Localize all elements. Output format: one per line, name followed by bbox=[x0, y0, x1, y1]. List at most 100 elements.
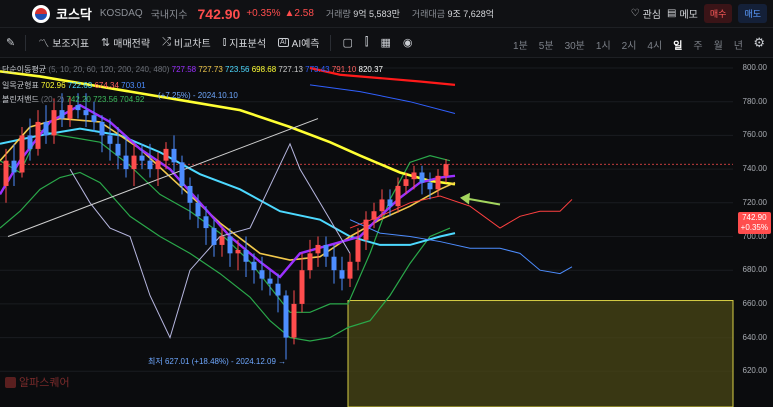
bollinger-value-2: 704.92 bbox=[117, 95, 145, 104]
candle-body-55 bbox=[443, 164, 449, 176]
candle-body-36 bbox=[291, 303, 297, 338]
candle-body-39 bbox=[315, 244, 321, 254]
y-tick-label: 800.00 bbox=[742, 63, 767, 72]
candle-body-25 bbox=[203, 216, 209, 229]
current-price: 742.90 bbox=[197, 5, 241, 22]
price-tag-value: 742.90 bbox=[742, 213, 767, 222]
ai-forecast-button[interactable]: AI AI예측 bbox=[278, 35, 320, 50]
candle-body-16 bbox=[131, 155, 137, 170]
candle-body-3 bbox=[27, 135, 33, 149]
timeframe-8[interactable]: 월 bbox=[714, 37, 723, 52]
y-tick-label: 780.00 bbox=[742, 96, 767, 106]
analysis-button[interactable]: ⫾ 지표분석 bbox=[223, 35, 266, 50]
candle-body-35 bbox=[283, 295, 289, 338]
gear-icon[interactable]: ⚙ bbox=[753, 35, 765, 51]
change-percent: +0.35% bbox=[246, 8, 281, 19]
candle-body-42 bbox=[339, 270, 345, 279]
candle-body-48 bbox=[387, 199, 393, 207]
timeframe-9[interactable]: 년 bbox=[734, 37, 743, 52]
ma-value-4: 727.13 bbox=[276, 65, 303, 74]
ichimoku-leading-b bbox=[349, 219, 573, 275]
timeframe-4[interactable]: 2시 bbox=[622, 37, 637, 52]
candle-body-38 bbox=[307, 253, 313, 271]
screenshot-button[interactable]: ◉ bbox=[403, 36, 413, 49]
bollinger-value-0: 742.20 bbox=[66, 95, 91, 104]
candle-body-13 bbox=[107, 135, 113, 144]
y-tick-label: 640.00 bbox=[742, 332, 767, 342]
ichimoku-legend-values: 702.96 722.63 674.34 703.01 bbox=[41, 81, 146, 90]
chart-type-candle-button[interactable]: ⫿ bbox=[365, 36, 369, 49]
candle-body-45 bbox=[363, 219, 369, 240]
draw-tool-button[interactable]: ✎ bbox=[6, 36, 15, 49]
watchlist-button[interactable]: ♡ 관심 bbox=[631, 6, 661, 21]
candle-body-54 bbox=[435, 175, 441, 190]
candle-body-15 bbox=[123, 155, 129, 170]
index-title: 코스닥 bbox=[56, 7, 92, 22]
indicators-button[interactable]: 〽 보조지표 bbox=[38, 35, 89, 51]
low-marker: 최저 627.01 (+18.48%) - 2024.12.09 → bbox=[148, 357, 287, 366]
strategy-icon: ⇅ bbox=[101, 37, 111, 49]
bollinger-legend-label: 볼린저밴드 bbox=[2, 95, 39, 104]
ma-value-0: 727.58 bbox=[171, 65, 197, 74]
timeframe-2[interactable]: 30분 bbox=[565, 37, 585, 52]
pencil-icon: ✎ bbox=[6, 37, 16, 49]
ma-legend-label: 단순이동평균 bbox=[2, 65, 47, 74]
candle-body-50 bbox=[403, 179, 409, 186]
timeframe-7[interactable]: 주 bbox=[693, 37, 702, 52]
ichimoku-lagging bbox=[69, 142, 351, 339]
timeframe-0[interactable]: 1분 bbox=[513, 37, 528, 52]
strategy-button[interactable]: ⇅ 매매전략 bbox=[101, 35, 150, 50]
price-tag-pct: +0.35% bbox=[740, 223, 768, 232]
change-value: ▲2.58 bbox=[284, 8, 314, 19]
candle-body-21 bbox=[171, 148, 177, 163]
candlestick-icon: ⫿ bbox=[364, 36, 369, 48]
timeframe-selector: 1분 5분 30분 1시 2시 4시 일 주 월 년 bbox=[513, 37, 743, 52]
top-actions: ♡ 관심 ▤ 메모 매수 매도 bbox=[631, 4, 767, 23]
memo-button[interactable]: ▤ 메모 bbox=[667, 6, 698, 21]
price-chart[interactable]: 단순이동평균 (5, 10, 20, 60, 120, 200, 240, 48… bbox=[0, 58, 773, 407]
candles-icon: ⫾ bbox=[222, 36, 227, 48]
candle-body-40 bbox=[323, 244, 329, 257]
timeframe-6[interactable]: 일 bbox=[673, 37, 682, 52]
timeframe-3[interactable]: 1시 bbox=[596, 37, 611, 52]
timeframe-5[interactable]: 4시 bbox=[647, 37, 662, 52]
candle-body-46 bbox=[371, 211, 377, 220]
ma-value-5: 773.43 bbox=[302, 65, 330, 74]
high-marker: (+7.25%) - 2024.10.10 bbox=[158, 91, 238, 100]
bollinger-legend-params: (20, 2) bbox=[41, 95, 65, 104]
candle-body-27 bbox=[219, 236, 225, 245]
candle-body-7 bbox=[59, 110, 65, 119]
camera-icon: ◉ bbox=[402, 37, 413, 49]
candle-body-32 bbox=[259, 270, 265, 279]
sell-button[interactable]: 매도 bbox=[738, 4, 767, 23]
candle-body-28 bbox=[227, 236, 233, 254]
toolbar-divider bbox=[25, 34, 27, 51]
candle-body-2 bbox=[19, 135, 25, 173]
memo-icon: ▤ bbox=[667, 8, 677, 19]
buy-button[interactable]: 매수 bbox=[703, 4, 733, 23]
alphasquare-logo-icon bbox=[5, 376, 16, 388]
y-tick-label: 660.00 bbox=[742, 298, 767, 308]
ma20-line bbox=[0, 127, 456, 246]
bollinger-value-1: 723.56 bbox=[90, 95, 118, 104]
candle-body-41 bbox=[331, 256, 337, 271]
y-tick-label: 760.00 bbox=[742, 130, 767, 140]
watch-label: 관심 bbox=[642, 10, 662, 21]
timeframe-1[interactable]: 5분 bbox=[539, 37, 554, 52]
candle-body-17 bbox=[139, 155, 145, 161]
candle-body-11 bbox=[91, 115, 97, 122]
volume-value: 9억 5,583만 bbox=[353, 9, 400, 19]
y-tick-label: 740.00 bbox=[742, 164, 767, 174]
amount-info: 거래대금 9조 7,628억 bbox=[412, 7, 494, 20]
chart-type-box-button[interactable]: ▢ bbox=[343, 36, 353, 49]
candle-body-12 bbox=[99, 121, 105, 136]
layout-button[interactable]: ▦ bbox=[380, 36, 390, 49]
candle-body-1 bbox=[11, 160, 17, 173]
analysis-label: 지표분석 bbox=[229, 39, 267, 50]
y-tick-label: 720.00 bbox=[742, 197, 767, 207]
ma-value-3: 698.68 bbox=[249, 65, 277, 74]
candle-body-20 bbox=[163, 148, 169, 161]
candle-body-51 bbox=[411, 172, 417, 180]
y-tick-label: 680.00 bbox=[742, 265, 767, 275]
compare-button[interactable]: ⤮ 비교차트 bbox=[162, 35, 211, 50]
